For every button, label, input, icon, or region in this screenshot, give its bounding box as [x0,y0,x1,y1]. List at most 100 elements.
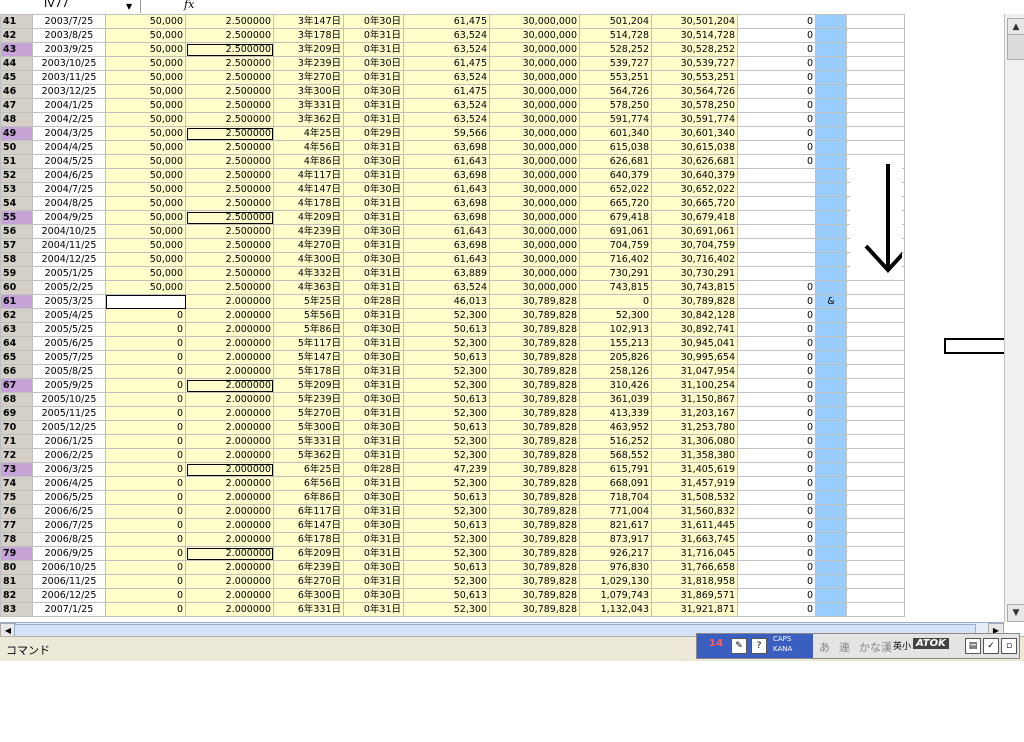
empty-cell[interactable] [846,448,905,463]
date-cell[interactable]: 2006/11/25 [32,574,106,589]
rate-cell[interactable]: 2.500000 [185,126,274,141]
blue-column-cell[interactable] [815,168,847,183]
amount-cell[interactable] [105,294,186,309]
row-header[interactable]: 64 [0,336,33,351]
accumulated-cell[interactable]: 564,726 [579,84,652,99]
days-cell[interactable]: 0年31日 [343,546,404,561]
empty-cell[interactable] [846,504,905,519]
amount-cell[interactable]: 0 [105,532,186,547]
accumulated-cell[interactable]: 626,681 [579,154,652,169]
interest-cell[interactable]: 63,524 [403,28,490,43]
accumulated-cell[interactable]: 771,004 [579,504,652,519]
row-header[interactable]: 68 [0,392,33,407]
date-cell[interactable]: 2004/8/25 [32,196,106,211]
accumulated-cell[interactable]: 413,339 [579,406,652,421]
rate-cell[interactable]: 2.000000 [185,378,274,393]
days-cell[interactable]: 0年31日 [343,266,404,281]
scroll-down-icon[interactable]: ▼ [1007,604,1024,622]
interest-cell[interactable]: 52,300 [403,364,490,379]
total-cell[interactable]: 30,730,291 [651,266,738,281]
amount-cell[interactable]: 50,000 [105,196,186,211]
flag-cell[interactable]: 0 [737,448,816,463]
empty-cell[interactable] [846,490,905,505]
total-cell[interactable]: 31,869,571 [651,588,738,603]
total-cell[interactable]: 31,611,445 [651,518,738,533]
amount-cell[interactable]: 50,000 [105,14,186,29]
principal-cell[interactable]: 30,789,828 [489,560,580,575]
blue-column-cell[interactable] [815,602,847,617]
date-cell[interactable]: 2004/3/25 [32,126,106,141]
period-cell[interactable]: 5年56日 [273,308,344,323]
interest-cell[interactable]: 50,613 [403,350,490,365]
blue-column-cell[interactable] [815,98,847,113]
row-header[interactable]: 79 [0,546,33,561]
total-cell[interactable]: 30,553,251 [651,70,738,85]
flag-cell[interactable]: 0 [737,294,816,309]
flag-cell[interactable]: 0 [737,126,816,141]
interest-cell[interactable]: 52,300 [403,574,490,589]
principal-cell[interactable]: 30,789,828 [489,350,580,365]
principal-cell[interactable]: 30,000,000 [489,252,580,267]
worksheet-grid[interactable]: 41 2003/7/25 50,000 2.500000 3年147日 0年30日 61,4… [0,14,1004,622]
accumulated-cell[interactable]: 668,091 [579,476,652,491]
total-cell[interactable]: 31,047,954 [651,364,738,379]
row-header[interactable]: 46 [0,84,33,99]
days-cell[interactable]: 0年31日 [343,140,404,155]
total-cell[interactable]: 31,405,619 [651,462,738,477]
principal-cell[interactable]: 30,789,828 [489,308,580,323]
blue-column-cell[interactable] [815,504,847,519]
row-header[interactable]: 49 [0,126,33,141]
interest-cell[interactable]: 52,300 [403,406,490,421]
accumulated-cell[interactable]: 743,815 [579,280,652,295]
amount-cell[interactable]: 50,000 [105,28,186,43]
rate-cell[interactable]: 2.500000 [185,168,274,183]
row-header[interactable]: 77 [0,518,33,533]
blue-column-cell[interactable] [815,126,847,141]
date-cell[interactable]: 2006/2/25 [32,448,106,463]
principal-cell[interactable]: 30,000,000 [489,224,580,239]
period-cell[interactable]: 5年209日 [273,378,344,393]
accumulated-cell[interactable]: 1,132,043 [579,602,652,617]
principal-cell[interactable]: 30,789,828 [489,420,580,435]
days-cell[interactable]: 0年31日 [343,238,404,253]
days-cell[interactable]: 0年30日 [343,56,404,71]
amount-cell[interactable]: 0 [105,350,186,365]
period-cell[interactable]: 6年209日 [273,546,344,561]
period-cell[interactable]: 5年300日 [273,420,344,435]
empty-cell[interactable] [846,546,905,561]
blue-column-cell[interactable] [815,28,847,43]
period-cell[interactable]: 3年300日 [273,84,344,99]
row-header[interactable]: 59 [0,266,33,281]
flag-cell[interactable]: 0 [737,154,816,169]
days-cell[interactable]: 0年31日 [343,406,404,421]
rate-cell[interactable]: 2.000000 [185,532,274,547]
accumulated-cell[interactable]: 679,418 [579,210,652,225]
days-cell[interactable]: 0年31日 [343,98,404,113]
amount-cell[interactable]: 0 [105,588,186,603]
principal-cell[interactable]: 30,789,828 [489,448,580,463]
fx-icon[interactable]: fx [184,0,194,11]
empty-cell[interactable] [846,112,905,127]
flag-cell[interactable]: 0 [737,378,816,393]
blue-column-cell[interactable] [815,378,847,393]
interest-cell[interactable]: 52,300 [403,434,490,449]
blue-column-cell[interactable] [815,420,847,435]
principal-cell[interactable]: 30,789,828 [489,588,580,603]
period-cell[interactable]: 6年239日 [273,560,344,575]
flag-cell[interactable]: 0 [737,490,816,505]
principal-cell[interactable]: 30,000,000 [489,196,580,211]
row-header[interactable]: 61 [0,294,33,309]
blue-column-cell[interactable] [815,84,847,99]
total-cell[interactable]: 31,203,167 [651,406,738,421]
amount-cell[interactable]: 0 [105,448,186,463]
rate-cell[interactable]: 2.000000 [185,602,274,617]
period-cell[interactable]: 6年178日 [273,532,344,547]
interest-cell[interactable]: 63,524 [403,280,490,295]
date-cell[interactable]: 2006/9/25 [32,546,106,561]
date-cell[interactable]: 2005/1/25 [32,266,106,281]
empty-cell[interactable] [846,140,905,155]
principal-cell[interactable]: 30,000,000 [489,238,580,253]
principal-cell[interactable]: 30,789,828 [489,392,580,407]
interest-cell[interactable]: 50,613 [403,322,490,337]
flag-cell[interactable]: 0 [737,462,816,477]
